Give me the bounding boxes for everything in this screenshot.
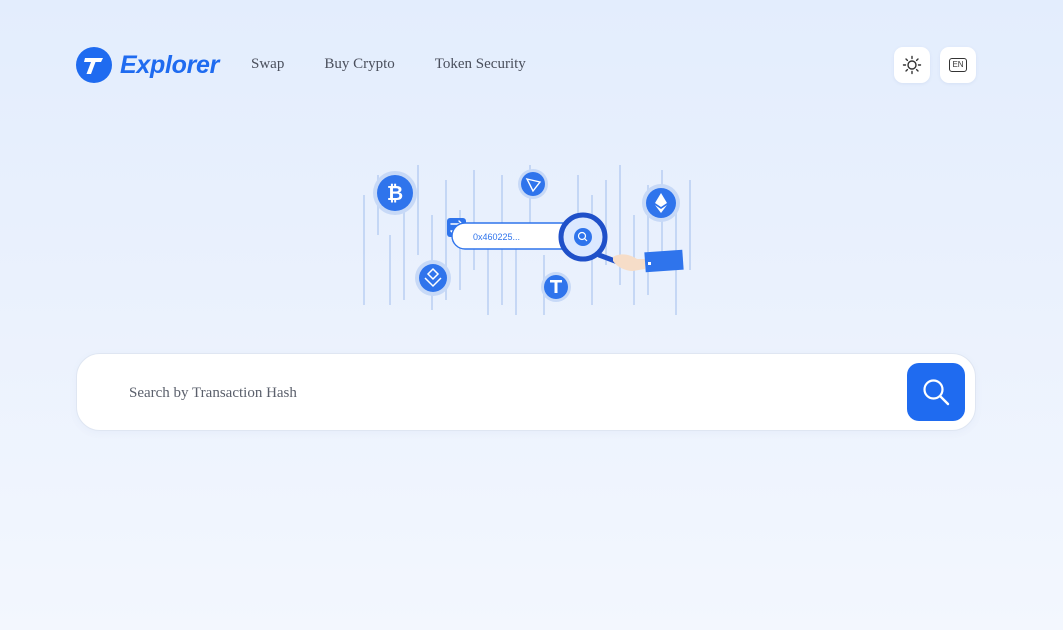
- logo-icon: [76, 47, 112, 83]
- hero-illustration: ₿ 0x460225...: [363, 165, 691, 315]
- svg-text:₿: ₿: [387, 183, 403, 205]
- transaction-search-bar: [76, 353, 976, 431]
- theme-toggle-button[interactable]: [894, 47, 930, 83]
- language-button[interactable]: EN: [940, 47, 976, 83]
- bitcoin-icon: ₿: [373, 171, 417, 215]
- mini-search-text: 0x460225...: [473, 232, 520, 242]
- nav-item-token-security[interactable]: Token Security: [435, 56, 526, 73]
- transaction-search-input[interactable]: [127, 380, 891, 406]
- tether-icon: [541, 272, 571, 302]
- hand-illustration: [613, 249, 684, 273]
- tron-icon: [518, 169, 548, 199]
- logo-text: Explorer: [120, 50, 220, 79]
- search-button[interactable]: [907, 363, 965, 421]
- language-badge: EN: [949, 58, 967, 72]
- main-nav: Swap Buy Crypto Token Security: [251, 56, 526, 73]
- ethereum-icon: [642, 184, 680, 222]
- bnb-icon: [415, 260, 451, 296]
- search-icon: [923, 379, 950, 406]
- sun-icon: [902, 55, 922, 75]
- nav-item-swap[interactable]: Swap: [251, 56, 284, 73]
- logo[interactable]: Explorer: [76, 47, 219, 83]
- nav-item-buy-crypto[interactable]: Buy Crypto: [324, 56, 394, 73]
